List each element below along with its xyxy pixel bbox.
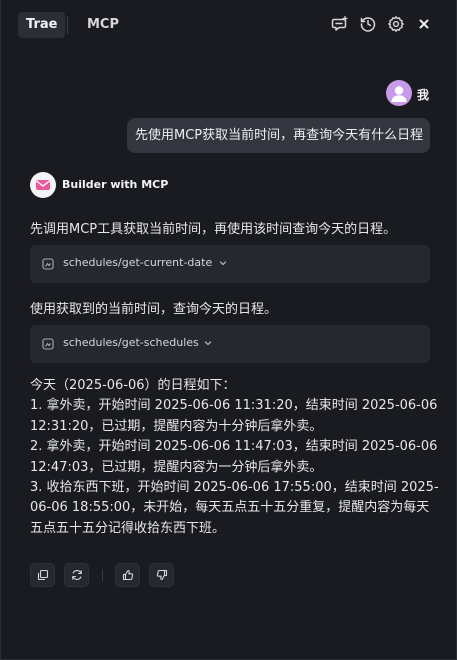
close-icon[interactable] <box>415 15 433 33</box>
user-name: 我 <box>417 88 430 102</box>
assistant-mid-text: 使用获取到的当前时间，查询今天的日程。 <box>30 302 278 317</box>
result-line: 12:31:20，已过期，提醒内容为十分钟后拿外卖。 <box>30 418 323 434</box>
action-divider <box>102 569 103 581</box>
user-avatar <box>386 80 412 106</box>
tool-call-label: schedules/get-schedules <box>63 336 199 349</box>
tool-icon <box>42 258 54 270</box>
result-line: 3. 收拾东西下班，开始时间 2025-06-06 17:55:00，结束时间 … <box>30 479 439 495</box>
thumbs-up-icon <box>122 569 134 581</box>
regenerate-button[interactable] <box>64 563 89 587</box>
tab-divider <box>67 16 68 34</box>
result-line: 1. 拿外卖，开始时间 2025-06-06 11:31:20，结束时间 202… <box>30 398 438 414</box>
result-line: 12:47:03，已过期，提醒内容为一分钟后拿外卖。 <box>30 459 323 475</box>
tool-call-get-current-date[interactable]: schedules/get-current-date <box>30 245 430 283</box>
chevron-down-icon[interactable] <box>203 338 213 348</box>
result-line: 06-06 18:55:00，未开始，每天五点五十五分重复，提醒内容为每天 <box>30 500 430 516</box>
result-line: 五点五十五分记得收拾东西下班。 <box>30 520 226 536</box>
history-icon[interactable] <box>359 15 377 33</box>
copy-icon <box>37 569 49 581</box>
settings-icon[interactable] <box>387 15 405 33</box>
thumbs-down-button[interactable] <box>149 563 174 587</box>
tool-call-label: schedules/get-current-date <box>63 256 213 269</box>
copy-button[interactable] <box>30 563 55 587</box>
assistant-name: Builder with MCP <box>62 178 169 191</box>
thumbs-up-button[interactable] <box>115 563 140 587</box>
schedule-result: 今天（2025-06-06）的日程如下： 1. 拿外卖，开始时间 2025-06… <box>30 376 439 539</box>
chat-panel: Trae MCP 我 先使用MCP获取当前时间，再查询今天有什么日程 Build… <box>0 0 457 660</box>
tab-trae[interactable]: Trae <box>18 12 66 38</box>
tool-icon <box>42 338 54 350</box>
tab-mcp[interactable]: MCP <box>79 12 127 38</box>
thumbs-down-icon <box>156 569 168 581</box>
panel-header: Trae MCP <box>1 0 457 50</box>
result-line: 今天（2025-06-06）的日程如下： <box>30 378 236 393</box>
chevron-down-icon[interactable] <box>218 258 228 268</box>
new-chat-icon[interactable] <box>331 15 349 33</box>
result-line: 2. 拿外卖，开始时间 2025-06-06 11:47:03，结束时间 202… <box>30 439 438 455</box>
assistant-avatar <box>30 172 56 198</box>
regenerate-icon <box>72 570 82 580</box>
user-message: 先使用MCP获取当前时间，再查询今天有什么日程 <box>127 118 430 153</box>
assistant-intro-text: 先调用MCP工具获取当前时间，再使用该时间查询今天的日程。 <box>30 222 397 237</box>
tool-call-get-schedules[interactable]: schedules/get-schedules <box>30 325 430 363</box>
